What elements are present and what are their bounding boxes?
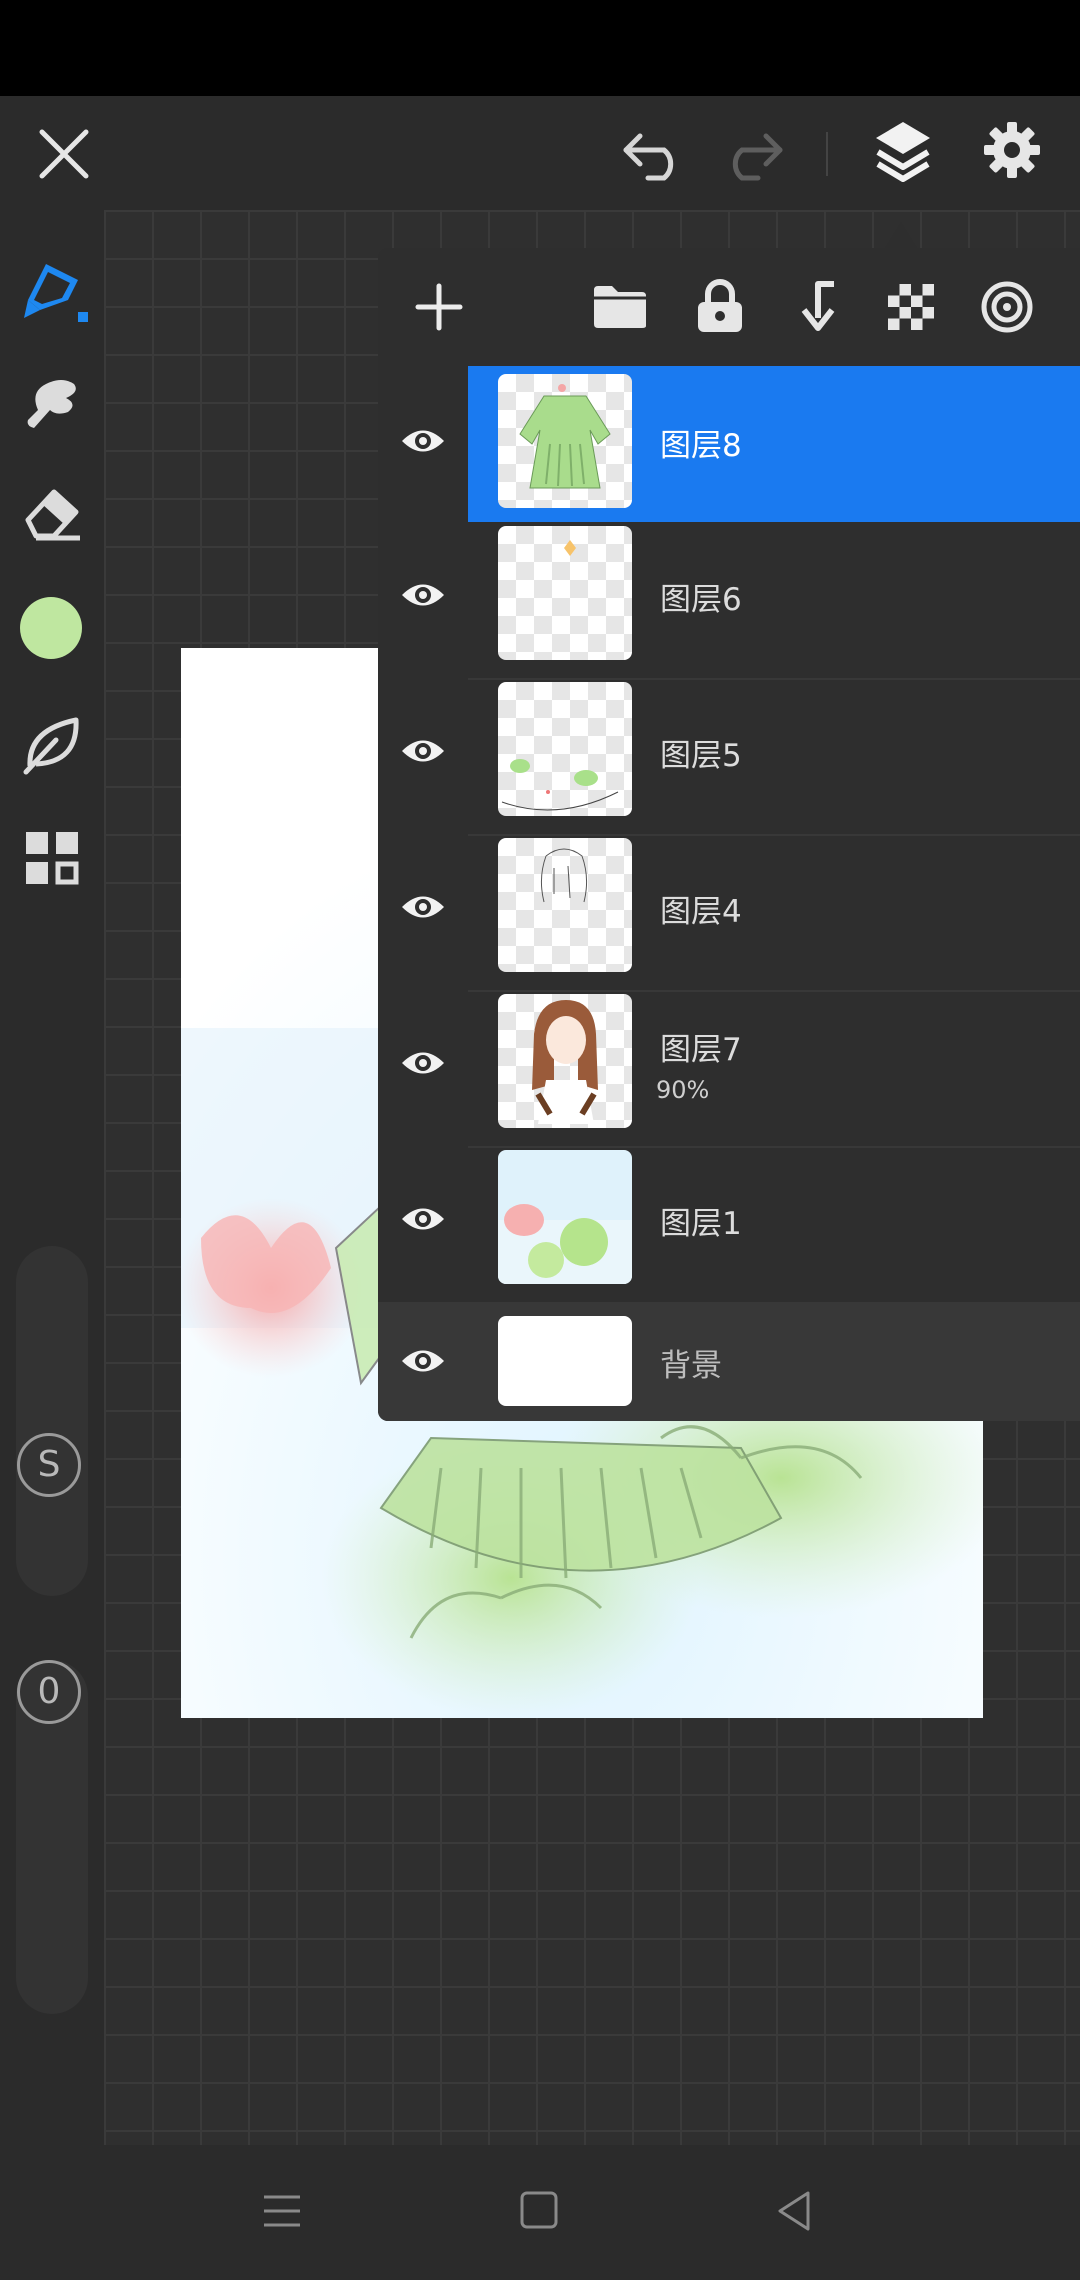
smudge-icon[interactable] [20,370,84,434]
merge-down-icon[interactable] [796,280,840,334]
left-toolbar: S 0 [0,210,104,2145]
layer-name: 图层8 [660,428,742,464]
eye-icon[interactable] [400,424,446,458]
layer-thumbnail [498,1316,632,1406]
layer-row-background[interactable]: 背景 [378,1302,1080,1421]
gallery-icon[interactable] [22,828,82,888]
layers-icon[interactable] [872,118,934,184]
status-bar [0,0,1080,96]
color-swatch[interactable] [20,597,82,659]
layer-row-7[interactable]: 图层7 90% [378,990,1080,1148]
eye-icon[interactable] [400,1046,446,1080]
gear-icon[interactable] [982,120,1042,180]
brush-size-slider[interactable] [16,1246,88,1596]
layer-name: 图层4 [660,894,742,930]
home-icon[interactable] [518,2189,560,2231]
layer-row-6[interactable]: 图层6 [378,522,1080,680]
eye-icon[interactable] [400,1344,446,1378]
layer-thumbnail [498,374,632,508]
layer-name: 图层6 [660,582,742,618]
layer-opacity: 90% [656,1076,710,1104]
layer-name: 背景 [660,1348,722,1384]
folder-icon[interactable] [592,284,648,330]
layer-row-4[interactable]: 图层4 [378,834,1080,992]
redo-icon[interactable] [716,126,786,182]
layer-row-1[interactable]: 图层1 [378,1146,1080,1304]
layers-panel: 图层8 图层6 图层5 图层4 图层7 90% 图层1 背景 [378,248,1080,1421]
opacity-badge[interactable]: 0 [17,1660,81,1724]
layer-thumbnail [498,682,632,816]
eraser-icon[interactable] [20,480,84,544]
size-badge[interactable]: S [17,1433,81,1497]
undo-icon[interactable] [620,126,690,182]
back-icon[interactable] [772,2189,816,2233]
layer-name: 图层7 [660,1032,742,1068]
system-nav-bar [0,2145,1080,2280]
eye-icon[interactable] [400,734,446,768]
layer-row-8[interactable]: 图层8 [378,366,1080,522]
menu-icon[interactable] [260,2191,304,2231]
layer-thumbnail [498,526,632,660]
add-icon[interactable] [414,282,464,332]
top-toolbar [0,96,1080,210]
panel-pointer [885,222,917,248]
layers-toolbar [378,248,1080,366]
lock-icon[interactable] [695,278,745,334]
layer-thumbnail [498,1150,632,1284]
toolbar-divider [826,132,828,176]
pen-icon[interactable] [18,256,90,328]
layer-name: 图层5 [660,738,742,774]
layer-thumbnail [498,838,632,972]
close-icon[interactable] [36,126,92,182]
eye-icon[interactable] [400,1202,446,1236]
eye-icon[interactable] [400,578,446,612]
leaf-brush-icon[interactable] [20,712,84,776]
layer-row-5[interactable]: 图层5 [378,678,1080,836]
layer-thumbnail [498,994,632,1128]
blend-mode-icon[interactable] [980,280,1034,334]
transparency-icon[interactable] [886,282,936,332]
layer-name: 图层1 [660,1206,742,1242]
eye-icon[interactable] [400,890,446,924]
